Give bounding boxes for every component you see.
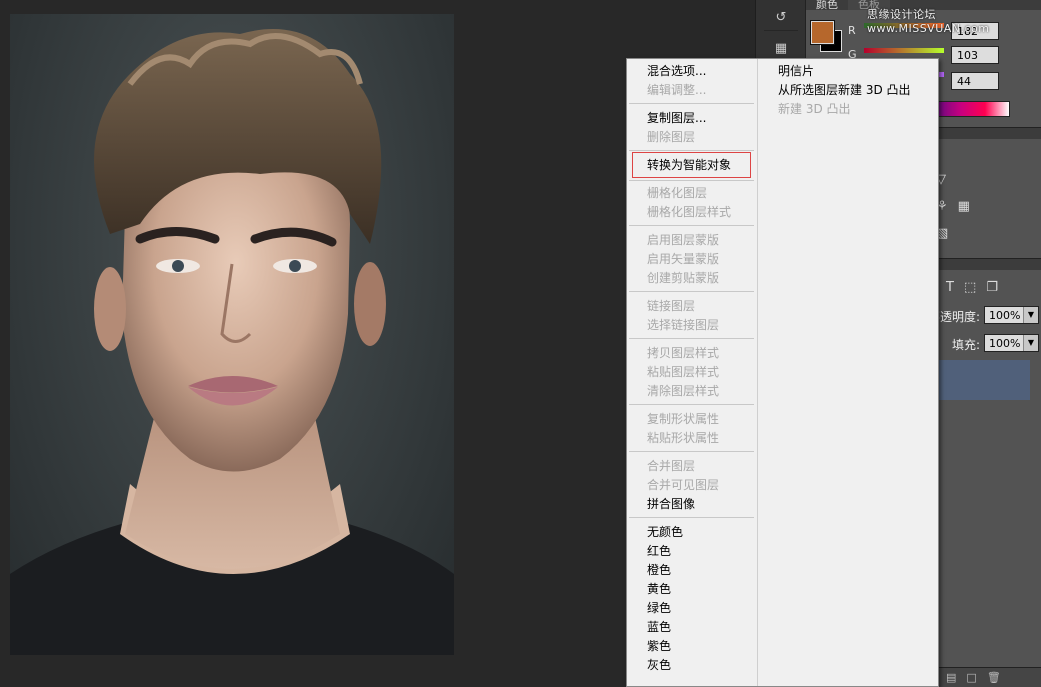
- menu-item-link-layers: 链接图层: [647, 299, 696, 313]
- menu-item-red[interactable]: 红色: [647, 542, 671, 561]
- menu-item-yellow[interactable]: 黄色: [647, 580, 671, 599]
- transform-icon[interactable]: ⬚: [964, 280, 976, 295]
- menu-item-flatten-image[interactable]: 拼合图像: [647, 495, 695, 514]
- menu-item-paste-layer-style: 粘贴图层样式: [647, 365, 720, 379]
- new-group-icon[interactable]: ▤: [946, 671, 956, 684]
- chevron-down-icon[interactable]: ▼: [1023, 335, 1038, 351]
- menu-separator: [629, 180, 754, 181]
- menu-item-paste-shape-attrs: 粘贴形状属性: [647, 431, 720, 445]
- grid-icon[interactable]: ▦: [958, 199, 970, 214]
- menu-item-enable-layer-mask: 启用图层蒙版: [647, 233, 720, 247]
- menu-item-violet[interactable]: 紫色: [647, 637, 671, 656]
- color-spectrum-bar[interactable]: [936, 101, 1010, 117]
- layer-filter-row: T ⬚ ❐: [946, 280, 998, 295]
- fill-value: 100%: [989, 337, 1021, 350]
- document-canvas[interactable]: [10, 14, 454, 655]
- menu-item-select-linked-layers: 选择链接图层: [647, 318, 720, 332]
- tab-color[interactable]: 颜色: [806, 0, 848, 10]
- fill-input[interactable]: 100% ▼: [984, 334, 1039, 352]
- type-icon[interactable]: T: [946, 280, 954, 295]
- menu-separator: [629, 103, 754, 104]
- layers-panel-footer: ▤ □ 🗑: [936, 667, 1041, 687]
- fill-label: 填充:: [952, 338, 981, 352]
- menu-separator: [629, 517, 754, 518]
- menu-item-no-color[interactable]: 无颜色: [647, 523, 683, 542]
- layer-context-menu: 混合选项... 编辑调整... 复制图层... 删除图层 转换为智能对象 栅格化…: [626, 58, 939, 687]
- menu-item-delete-layer: 删除图层: [647, 130, 696, 144]
- menu-separator: [629, 451, 754, 452]
- chevron-down-icon[interactable]: ▼: [1023, 307, 1038, 323]
- menu-separator: [629, 150, 754, 151]
- menu-separator: [629, 404, 754, 405]
- opacity-input[interactable]: 100% ▼: [984, 306, 1039, 324]
- menu-item-convert-smart-object[interactable]: 转换为智能对象: [647, 156, 731, 175]
- menu-item-blend-options[interactable]: 混合选项...: [647, 62, 706, 81]
- menu-item-clear-layer-style: 清除图层样式: [647, 384, 720, 398]
- opacity-value: 100%: [989, 309, 1021, 322]
- b-value-field[interactable]: 44: [951, 72, 999, 90]
- menu-separator: [629, 338, 754, 339]
- context-menu-3d-column: 明信片 从所选图层新建 3D 凸出 新建 3D 凸出: [758, 59, 938, 686]
- smart-object-icon[interactable]: ❐: [986, 280, 998, 295]
- menu-item-new-3d-extrusion: 新建 3D 凸出: [778, 102, 851, 116]
- selected-layer-row[interactable]: [936, 360, 1030, 400]
- menu-item-rasterize-layer: 栅格化图层: [647, 186, 708, 200]
- menu-item-blue[interactable]: 蓝色: [647, 618, 671, 637]
- menu-item-orange[interactable]: 橙色: [647, 561, 671, 580]
- context-menu-main-column: 混合选项... 编辑调整... 复制图层... 删除图层 转换为智能对象 栅格化…: [627, 59, 758, 686]
- menu-item-postcard[interactable]: 明信片: [778, 62, 814, 81]
- menu-item-create-clipping-mask: 创建剪贴蒙版: [647, 271, 720, 285]
- menu-item-duplicate-layer[interactable]: 复制图层...: [647, 109, 706, 128]
- menu-item-new-3d-from-selected[interactable]: 从所选图层新建 3D 凸出: [778, 81, 911, 100]
- menu-item-edit-adjustment: 编辑调整...: [647, 83, 707, 97]
- menu-item-rasterize-layer-style: 栅格化图层样式: [647, 205, 732, 219]
- trash-icon[interactable]: 🗑: [987, 671, 1001, 684]
- watermark-text: 思缘设计论坛 www.MISSVUAN.com: [867, 8, 990, 35]
- adjustments-row-2: ⚘ ▦: [936, 199, 970, 214]
- menu-item-merge-layers: 合并图层: [647, 459, 696, 473]
- history-icon[interactable]: ↺: [764, 4, 798, 31]
- new-layer-icon[interactable]: □: [966, 671, 976, 684]
- g-slider[interactable]: [864, 48, 944, 53]
- menu-item-enable-vector-mask: 启用矢量蒙版: [647, 252, 720, 266]
- foreground-color-swatch[interactable]: [811, 21, 834, 44]
- menu-item-copy-layer-style: 拷贝图层样式: [647, 346, 720, 360]
- menu-item-gray[interactable]: 灰色: [647, 656, 671, 675]
- menu-separator: [629, 291, 754, 292]
- menu-item-copy-shape-attrs: 复制形状属性: [647, 412, 720, 426]
- g-value-field[interactable]: 103: [951, 46, 999, 64]
- menu-item-merge-visible: 合并可见图层: [647, 478, 720, 492]
- r-channel-label: R: [848, 24, 856, 37]
- menu-separator: [629, 225, 754, 226]
- menu-item-green[interactable]: 绿色: [647, 599, 671, 618]
- portrait-image: [10, 29, 454, 655]
